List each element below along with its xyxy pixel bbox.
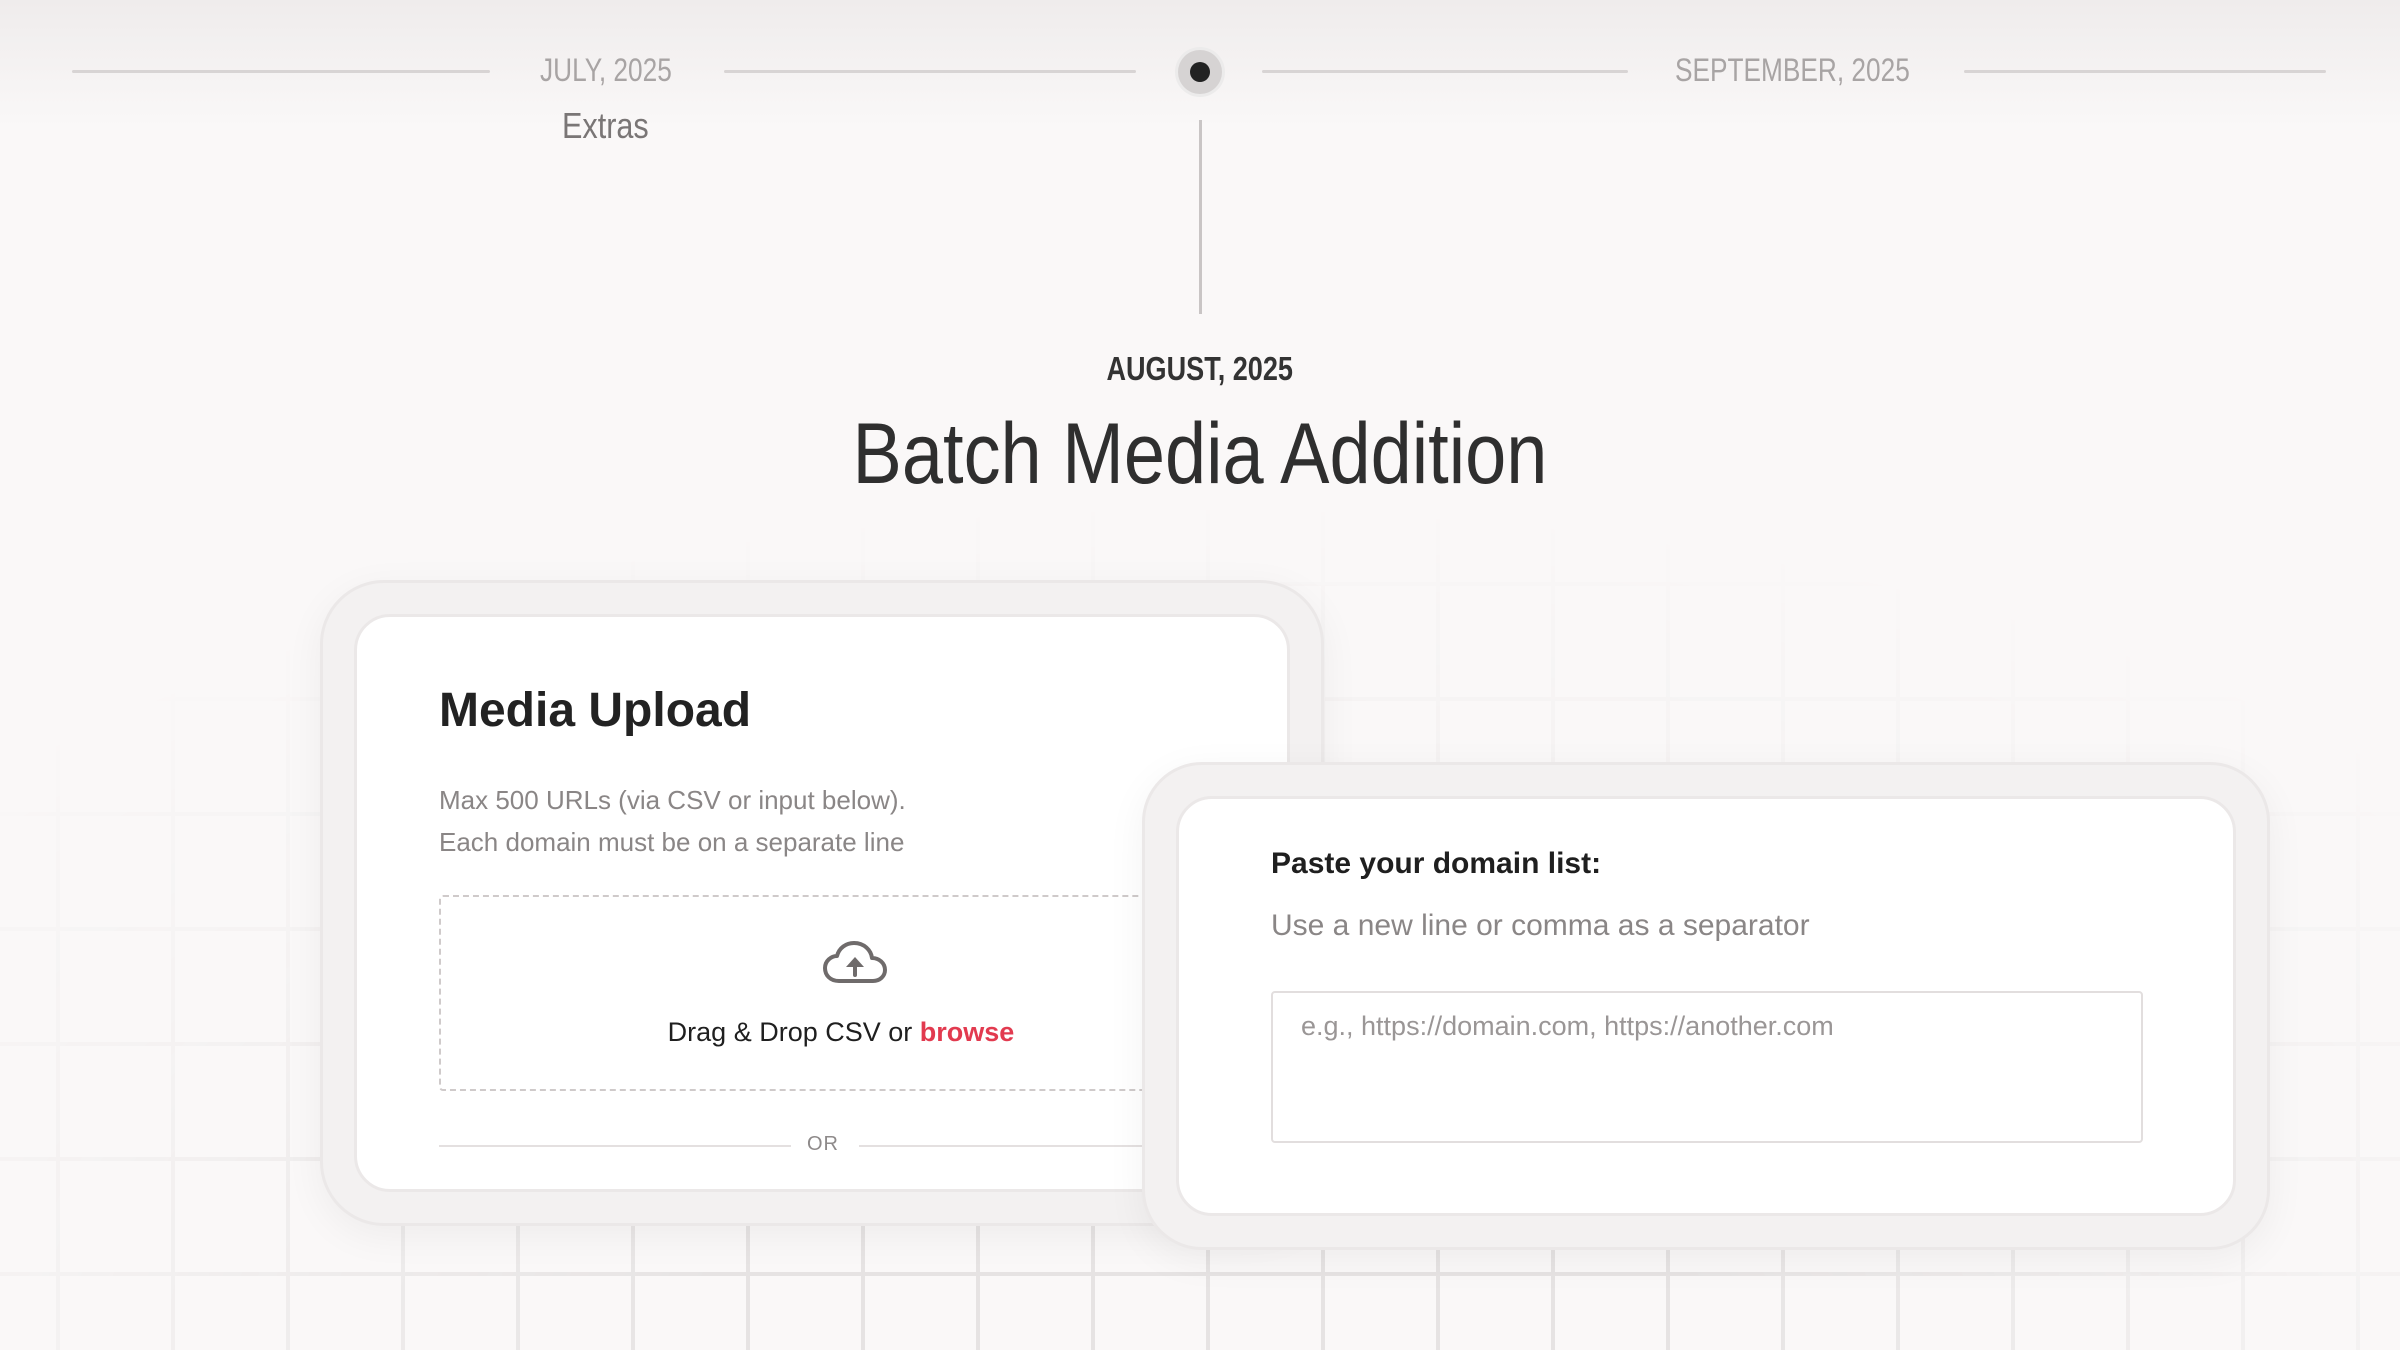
drop-zone-label: Drag & Drop CSV or bbox=[667, 1017, 913, 1047]
media-upload-description-line2: Each domain must be on a separate line bbox=[439, 827, 905, 857]
timeline-label-prev[interactable]: Extras bbox=[562, 105, 649, 147]
media-upload-description-line1: Max 500 URLs (via CSV or input below). bbox=[439, 785, 906, 815]
media-upload-description: Max 500 URLs (via CSV or input below). E… bbox=[439, 779, 906, 863]
timeline-line-mid-left bbox=[724, 70, 1136, 73]
current-month: AUGUST, 2025 bbox=[1106, 350, 1294, 387]
csv-drop-zone[interactable]: Drag & Drop CSV or browse bbox=[439, 895, 1259, 1091]
timeline-current-dot bbox=[1178, 50, 1222, 94]
timeline-line-mid-right bbox=[1262, 70, 1628, 73]
drop-zone-text: Drag & Drop CSV or browse bbox=[441, 1017, 1241, 1048]
cloud-upload-icon bbox=[823, 941, 887, 983]
domain-list-subtitle: Use a new line or comma as a separator bbox=[1271, 909, 1810, 942]
timeline-stem bbox=[1199, 120, 1202, 314]
domain-list-title: Paste your domain list: bbox=[1271, 847, 1602, 880]
domain-list-card: Paste your domain list: Use a new line o… bbox=[1176, 796, 2236, 1216]
timeline-line-right bbox=[1964, 70, 2326, 73]
page-title: Batch Media Addition bbox=[852, 406, 1548, 502]
timeline-date-next[interactable]: SEPTEMBER, 2025 bbox=[1675, 52, 1910, 89]
browse-link[interactable]: browse bbox=[920, 1017, 1015, 1047]
timeline-date-prev[interactable]: JULY, 2025 bbox=[540, 52, 672, 89]
divider-left bbox=[439, 1145, 791, 1147]
divider-or-label: OR bbox=[807, 1133, 839, 1155]
media-upload-title: Media Upload bbox=[439, 684, 752, 737]
timeline-line-left bbox=[72, 70, 490, 73]
domain-list-input[interactable] bbox=[1271, 991, 2143, 1143]
